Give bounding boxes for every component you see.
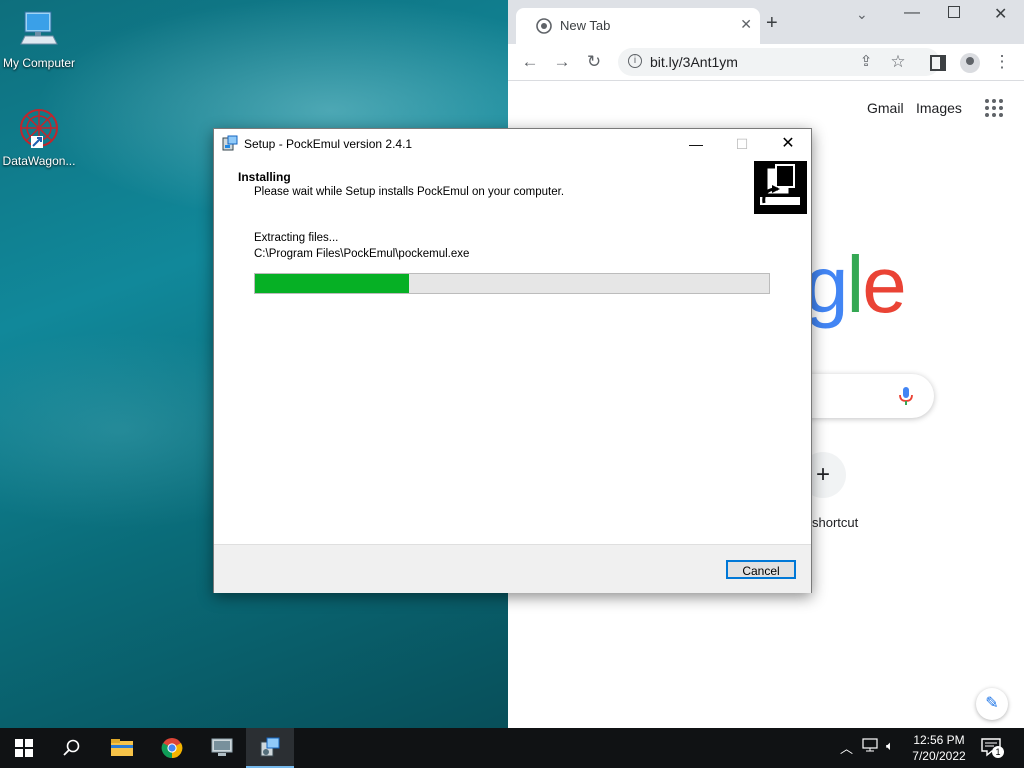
side-panel-icon[interactable] bbox=[926, 50, 950, 74]
setup-maximize-button: ☐ bbox=[735, 136, 749, 152]
tab-new-tab[interactable]: New Tab ✕ bbox=[516, 8, 760, 44]
taskbar-clock[interactable]: 12:56 PM 7/20/2022 bbox=[906, 732, 972, 764]
setup-dialog: Setup - PockEmul version 2.4.1 — ☐ ✕ Ins… bbox=[213, 128, 812, 593]
taskbar: ︿ 🔈︎ 12:56 PM 7/20/2022 1 bbox=[0, 728, 1024, 768]
folder-icon bbox=[111, 739, 133, 756]
setup-subheading: Please wait while Setup installs PockEmu… bbox=[254, 186, 565, 198]
setup-footer: Cancel bbox=[214, 544, 811, 593]
volume-icon[interactable]: 🔈︎ bbox=[886, 738, 894, 754]
notification-center-button[interactable]: 1 bbox=[980, 736, 1004, 760]
menu-kebab-icon[interactable]: ⋮ bbox=[990, 50, 1014, 74]
cancel-button[interactable]: Cancel bbox=[726, 560, 796, 579]
customize-chrome-button[interactable]: ✎ bbox=[976, 688, 1008, 720]
add-icon: + bbox=[815, 461, 830, 488]
notification-badge: 1 bbox=[992, 746, 1004, 758]
clock-date: 7/20/2022 bbox=[912, 749, 966, 763]
setup-current-file: C:\Program Files\PockEmul\pockemul.exe bbox=[254, 248, 470, 260]
tab-search-icon[interactable]: ⌄ bbox=[856, 6, 868, 23]
forward-icon[interactable]: → bbox=[550, 50, 574, 74]
computer-icon bbox=[17, 10, 61, 54]
taskbar-file-explorer[interactable] bbox=[98, 728, 146, 768]
setup-app-icon bbox=[222, 135, 238, 156]
reload-icon[interactable]: ↻ bbox=[582, 50, 606, 74]
desktop-icon-my-computer[interactable]: My Computer bbox=[0, 10, 78, 70]
setup-titlebar: Setup - PockEmul version 2.4.1 — ☐ ✕ bbox=[214, 129, 811, 159]
desktop-icon-label: My Computer bbox=[2, 56, 76, 70]
add-shortcut-label: shortcut bbox=[812, 515, 859, 530]
setup-close-button[interactable]: ✕ bbox=[765, 129, 811, 159]
network-icon[interactable] bbox=[862, 738, 878, 755]
taskbar-search-button[interactable] bbox=[48, 728, 96, 768]
windows-logo-icon bbox=[15, 739, 33, 757]
monitor-app-icon bbox=[211, 738, 233, 756]
start-button[interactable] bbox=[0, 728, 48, 768]
apps-grid-icon[interactable] bbox=[984, 98, 1004, 123]
taskbar-chrome[interactable] bbox=[148, 728, 196, 768]
show-hidden-icons-chevron[interactable]: ︿ bbox=[840, 738, 853, 757]
tab-title: New Tab bbox=[560, 18, 611, 33]
clock-time: 12:56 PM bbox=[913, 733, 965, 747]
setup-logo-icon bbox=[754, 161, 807, 214]
pencil-icon: ✎ bbox=[985, 695, 999, 712]
images-link[interactable]: Images bbox=[916, 100, 962, 116]
taskbar-app-monitor[interactable] bbox=[198, 728, 246, 768]
google-logo: gle bbox=[804, 240, 907, 330]
setup-status-text: Extracting files... bbox=[254, 232, 339, 244]
taskbar-setup-pockemul[interactable] bbox=[246, 728, 294, 768]
setup-icon bbox=[260, 737, 280, 757]
desktop-icon-datawagon[interactable]: DataWagon... bbox=[0, 108, 78, 168]
tab-close-icon[interactable]: ✕ bbox=[740, 16, 752, 33]
datawagon-icon bbox=[17, 108, 61, 152]
chrome-tab-bar: New Tab ✕ + ⌄ — ✕ bbox=[508, 0, 1024, 44]
profile-avatar-icon[interactable] bbox=[958, 50, 982, 74]
minimize-button[interactable]: — bbox=[904, 4, 920, 22]
desktop-icon-label: DataWagon... bbox=[2, 154, 76, 168]
new-tab-button[interactable]: + bbox=[766, 12, 778, 35]
bookmark-star-icon[interactable]: ☆ bbox=[886, 50, 910, 74]
address-bar-url: bit.ly/3Ant1ym bbox=[650, 54, 738, 70]
setup-progress-bar bbox=[254, 273, 770, 294]
chrome-icon bbox=[161, 738, 183, 759]
search-icon bbox=[63, 739, 80, 756]
share-icon[interactable]: ⇪ bbox=[854, 50, 878, 74]
maximize-button[interactable] bbox=[948, 6, 960, 18]
setup-progress-fill bbox=[255, 274, 410, 293]
chrome-favicon-icon bbox=[536, 18, 552, 39]
info-icon[interactable]: i bbox=[628, 54, 642, 68]
google-logo-text: gle bbox=[804, 240, 907, 329]
chrome-toolbar: ← → ↻ i bit.ly/3Ant1ym ⇪ ☆ ⋮ bbox=[508, 44, 1024, 81]
setup-title: Setup - PockEmul version 2.4.1 bbox=[244, 137, 413, 151]
setup-minimize-button[interactable]: — bbox=[673, 129, 719, 159]
close-button[interactable]: ✕ bbox=[994, 4, 1007, 24]
gmail-link[interactable]: Gmail bbox=[867, 100, 904, 116]
setup-heading: Installing bbox=[238, 170, 291, 184]
back-icon[interactable]: ← bbox=[518, 50, 542, 74]
voice-search-icon[interactable] bbox=[898, 386, 914, 411]
